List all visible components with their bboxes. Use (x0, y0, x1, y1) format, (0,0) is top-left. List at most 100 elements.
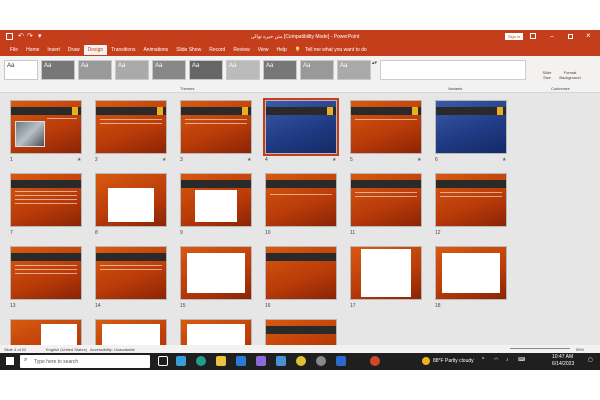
format-background-button[interactable]: Format Background (558, 70, 582, 80)
theme-7[interactable]: Aa (226, 60, 260, 80)
task-view-icon[interactable] (158, 356, 168, 366)
app-icon[interactable] (336, 356, 346, 366)
clock-time[interactable]: 10:47 AM (552, 354, 573, 360)
slide-thumbnail[interactable] (350, 100, 422, 154)
ribbon-display-icon[interactable] (530, 33, 536, 39)
variant-1[interactable] (380, 60, 526, 80)
tab-slide-show[interactable]: Slide Show (172, 45, 205, 55)
theme-6[interactable]: Aa (189, 60, 223, 80)
slide-thumbnail[interactable] (10, 100, 82, 154)
sign-in-button[interactable]: Sign in (505, 33, 524, 40)
slide-thumbnail[interactable] (10, 173, 82, 227)
theme-3[interactable]: Aa (78, 60, 112, 80)
notification-icon[interactable]: ▢ (588, 357, 593, 363)
theme-5[interactable]: Aa (152, 60, 186, 80)
settings-gear-icon[interactable] (316, 356, 326, 366)
tab-transitions[interactable]: Transitions (107, 45, 139, 55)
file-explorer-icon[interactable] (216, 356, 226, 366)
theme-8[interactable]: Aa (263, 60, 297, 80)
slide-thumbnail[interactable] (95, 173, 167, 227)
tab-help[interactable]: Help (272, 45, 290, 55)
save-icon[interactable] (6, 33, 13, 40)
slide-thumbnail[interactable] (10, 319, 82, 345)
slide-count-status: Slide 4 of 22 (4, 347, 27, 352)
windows-icon[interactable] (176, 356, 186, 366)
slide-thumbnail[interactable] (95, 319, 167, 345)
slide-thumbnail[interactable] (180, 173, 252, 227)
zoom-level[interactable]: 55% (576, 347, 584, 352)
slide-thumbnail[interactable] (350, 246, 422, 300)
theme-9[interactable]: Aa (300, 60, 334, 80)
theme-sample-text: Aa (340, 63, 348, 69)
tab-insert[interactable]: Insert (43, 45, 64, 55)
network-icon[interactable]: ◠ (494, 357, 498, 363)
theme-4[interactable]: Aa (115, 60, 149, 80)
slide-thumbnail[interactable] (435, 173, 507, 227)
slide-number: 10 (265, 230, 271, 236)
slide-thumbnail[interactable] (435, 246, 507, 300)
tray-chevron-icon[interactable]: ^ (482, 357, 484, 363)
theme-office[interactable]: Aa (4, 60, 38, 80)
zoom-slider[interactable] (510, 348, 570, 349)
chrome-icon[interactable] (296, 356, 306, 366)
slide-size-button[interactable]: Slide Size (540, 70, 554, 80)
slide-thumbnail[interactable] (350, 173, 422, 227)
slide-thumbnail[interactable] (180, 246, 252, 300)
photos-icon[interactable] (256, 356, 266, 366)
slide-number: 9 (180, 230, 183, 236)
themes-scroll-icon[interactable]: ▴▾ (372, 60, 377, 66)
tab-draw[interactable]: Draw (64, 45, 84, 55)
undo-icon[interactable]: ↶ (18, 32, 24, 40)
maximize-icon[interactable] (568, 34, 573, 39)
slide-thumbnail[interactable] (95, 246, 167, 300)
slide-thumbnail[interactable] (265, 246, 337, 300)
taskbar-search[interactable]: ⌕ Type here to search (20, 355, 150, 368)
slide-number: 13 (10, 303, 16, 309)
powerpoint-taskbar-icon[interactable] (370, 356, 380, 366)
slide-number: 17 (350, 303, 356, 309)
store-icon[interactable] (276, 356, 286, 366)
volume-icon[interactable]: ♪ (506, 357, 509, 363)
tell-me-search[interactable]: Tell me what you want to do (301, 45, 371, 55)
minimize-icon[interactable]: – (550, 33, 554, 40)
theme-2[interactable]: Aa (41, 60, 75, 80)
slide-thumbnail[interactable] (180, 100, 252, 154)
customize-group-label: Customize (551, 86, 570, 91)
slide-thumbnail[interactable] (435, 100, 507, 154)
slide-thumbnail[interactable] (263, 98, 339, 156)
edge-icon[interactable] (196, 356, 206, 366)
tab-home[interactable]: Home (22, 45, 43, 55)
search-icon: ⌕ (24, 357, 28, 363)
tab-animations[interactable]: Animations (139, 45, 172, 55)
mail-icon[interactable] (236, 356, 246, 366)
tab-design[interactable]: Design (83, 45, 108, 55)
slide-number: 16 (265, 303, 271, 309)
slide-number: 6 (435, 157, 438, 163)
ime-icon[interactable]: ⌨ (518, 357, 525, 363)
theme-10[interactable]: Aa (337, 60, 371, 80)
accessibility-status[interactable]: Accessibility: Unavailable (90, 347, 135, 352)
clock-date[interactable]: 6/14/2023 (552, 361, 574, 367)
slide-number: 11 (350, 230, 356, 236)
tab-review[interactable]: Review (229, 45, 253, 55)
tab-file[interactable]: File (6, 45, 22, 55)
close-icon[interactable]: × (586, 31, 591, 40)
slide-thumbnail[interactable] (180, 319, 252, 345)
powerpoint-window: ↶ ↷ ▾ متن خیره توالی [Compatibility Mode… (0, 0, 600, 400)
slide-thumbnail[interactable] (95, 100, 167, 154)
theme-sample-text: Aa (303, 63, 311, 69)
theme-sample-text: Aa (192, 63, 200, 69)
weather-status[interactable]: 88°F Partly cloudy (433, 358, 474, 364)
windows-start-icon[interactable] (6, 357, 14, 365)
tab-record[interactable]: Record (205, 45, 229, 55)
language-status[interactable]: English (United States) (46, 347, 87, 352)
quick-access-icon[interactable]: ▾ (38, 32, 42, 40)
slide-thumbnail[interactable] (10, 246, 82, 300)
slide-number: 1 (10, 157, 13, 163)
slide-number: 4 (265, 157, 268, 163)
theme-sample-text: Aa (155, 63, 163, 69)
slide-thumbnail[interactable] (265, 173, 337, 227)
tab-view[interactable]: View (254, 45, 273, 55)
slide-thumbnail[interactable] (265, 319, 337, 345)
redo-icon[interactable]: ↷ (27, 32, 33, 40)
